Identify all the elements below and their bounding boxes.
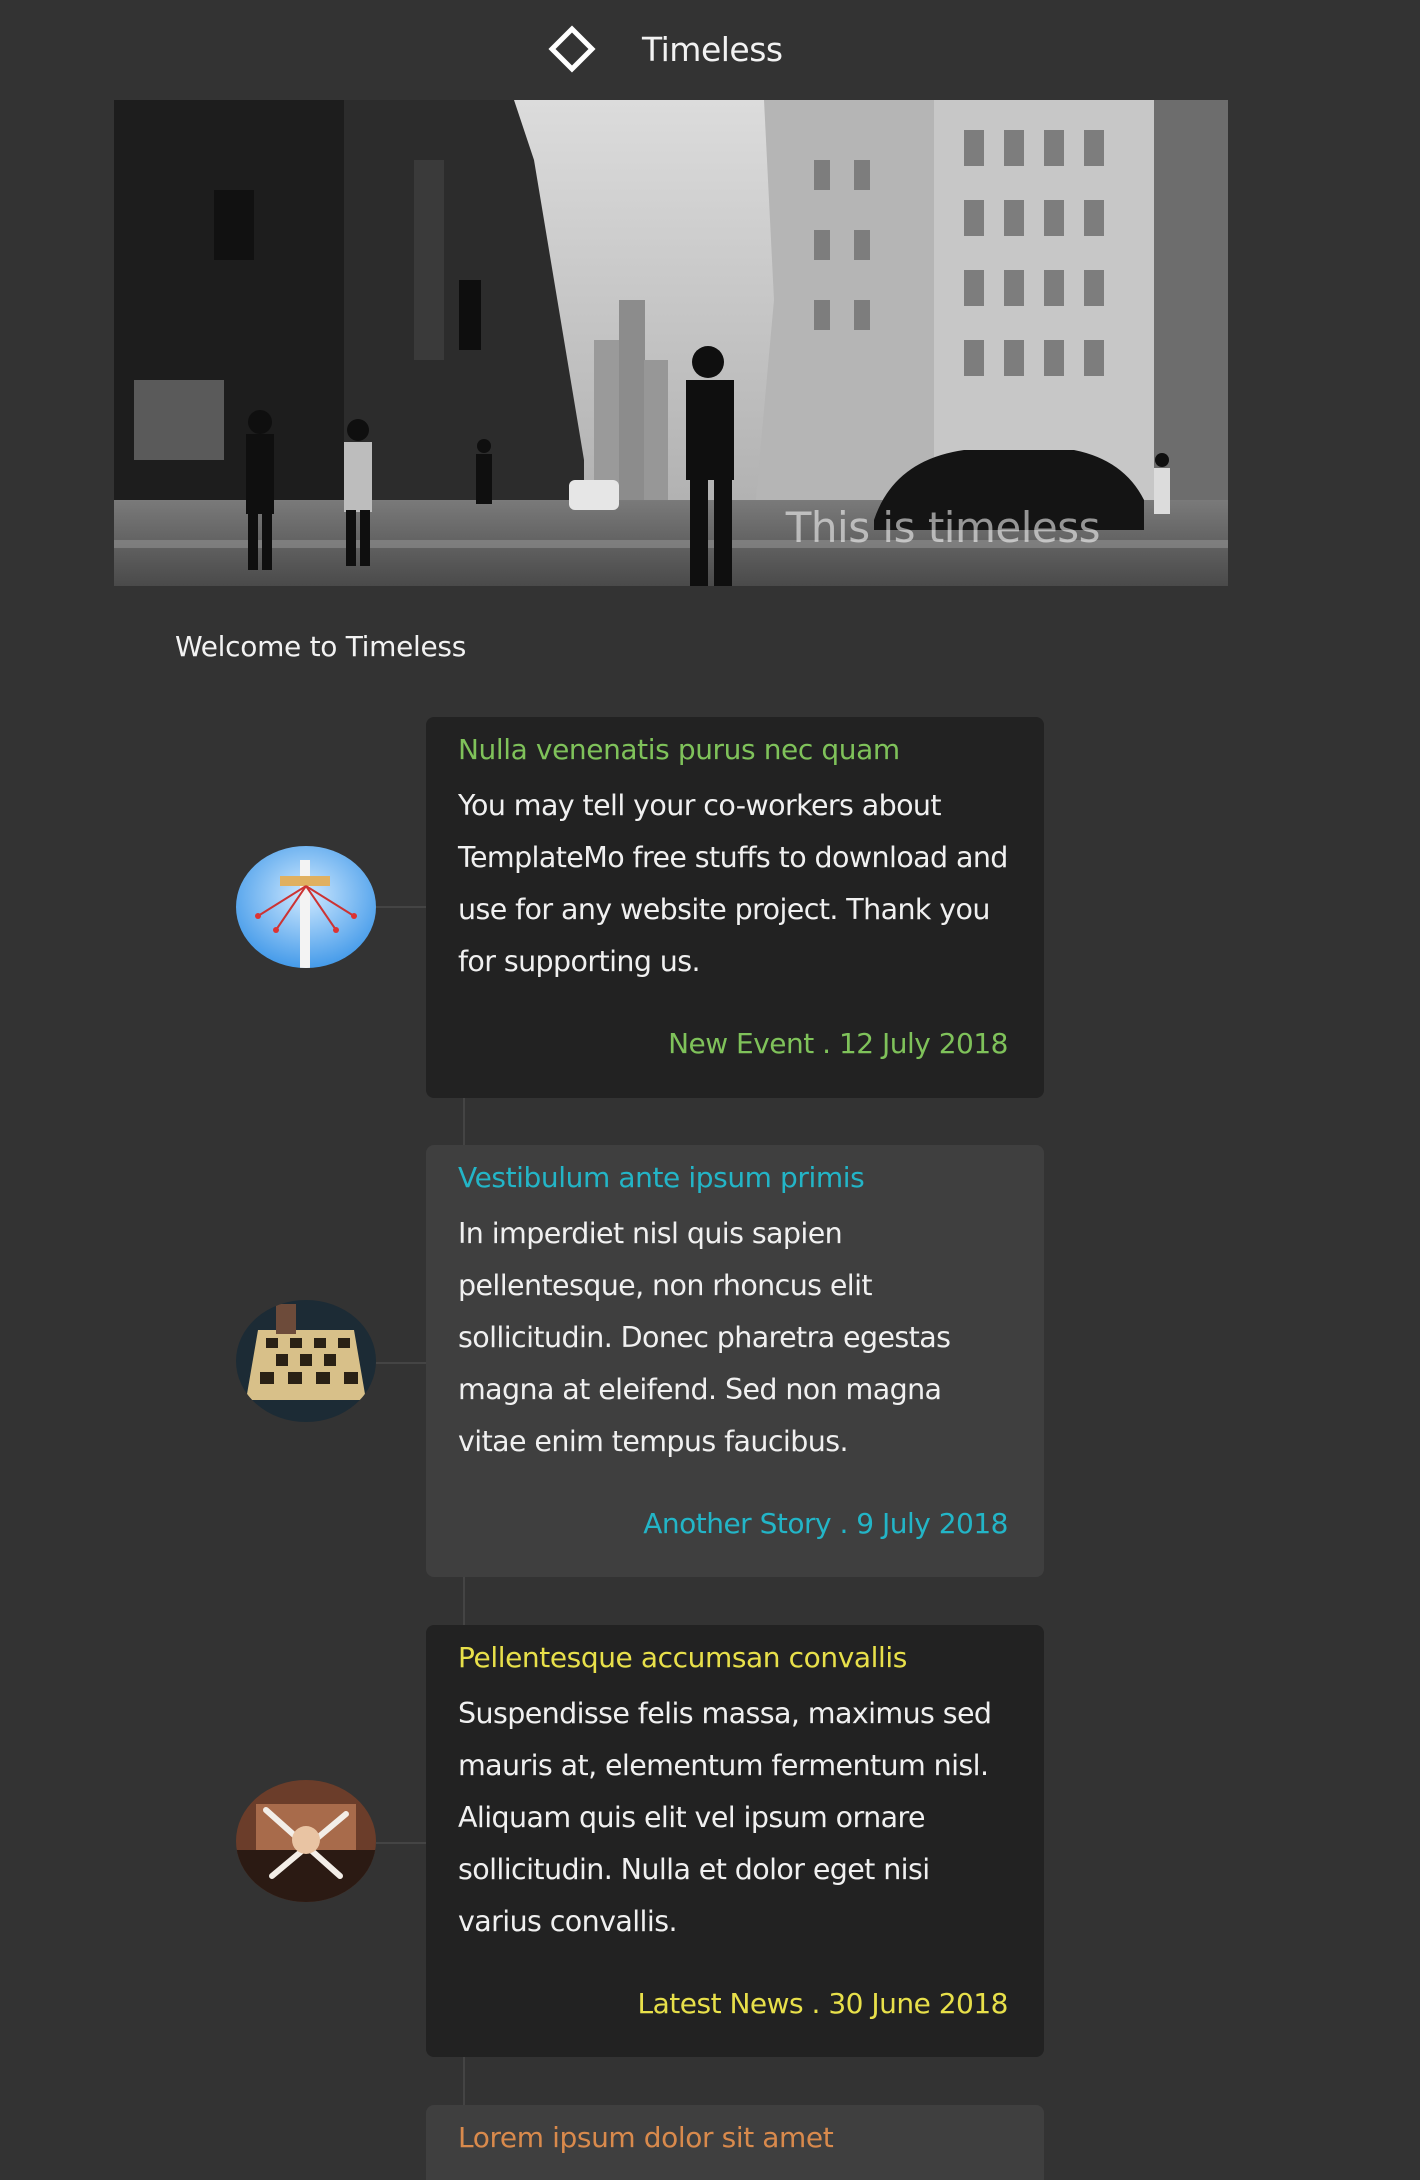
amusement-ride-photo xyxy=(236,846,376,968)
chess-board-photo xyxy=(236,1300,376,1422)
timeline-card[interactable]: Pellentesque accumsan convallis Suspendi… xyxy=(426,1625,1044,2057)
page: Timeless This is timeless Welcome to Tim… xyxy=(0,0,1420,2180)
hero-caption: This is timeless xyxy=(785,503,1101,552)
card-meta: Latest News . 30 June 2018 xyxy=(637,1987,1009,2020)
card-meta: Another Story . 9 July 2018 xyxy=(643,1507,1008,1540)
hero-banner-image: This is timeless xyxy=(114,100,1228,586)
brand-name: Timeless xyxy=(642,29,783,69)
timeline-card[interactable]: Vestibulum ante ipsum primis In imperdie… xyxy=(426,1145,1044,1577)
cooking-photo xyxy=(236,1780,376,1902)
timeline-card[interactable]: Nulla venenatis purus nec quam You may t… xyxy=(426,717,1044,1098)
timeline-connector xyxy=(376,1362,426,1364)
timeline-card[interactable]: Lorem ipsum dolor sit amet xyxy=(426,2105,1044,2180)
diamond-outline-icon xyxy=(548,25,596,73)
card-body: Suspendisse felis massa, maximus sed mau… xyxy=(458,1697,992,1938)
timeline-connector xyxy=(376,906,426,908)
timeline-connector xyxy=(376,1842,426,1844)
card-body: In imperdiet nisl quis sapien pellentesq… xyxy=(458,1217,951,1458)
card-title[interactable]: Lorem ipsum dolor sit amet xyxy=(458,2121,1008,2154)
card-body: You may tell your co-workers about Templ… xyxy=(458,789,1008,978)
card-title[interactable]: Nulla venenatis purus nec quam xyxy=(458,733,1008,766)
card-title[interactable]: Pellentesque accumsan convallis xyxy=(458,1641,1008,1674)
site-brand[interactable]: Timeless xyxy=(548,25,783,73)
card-title[interactable]: Vestibulum ante ipsum primis xyxy=(458,1161,1008,1194)
welcome-heading: Welcome to Timeless xyxy=(175,630,466,663)
card-meta: New Event . 12 July 2018 xyxy=(668,1027,1008,1060)
